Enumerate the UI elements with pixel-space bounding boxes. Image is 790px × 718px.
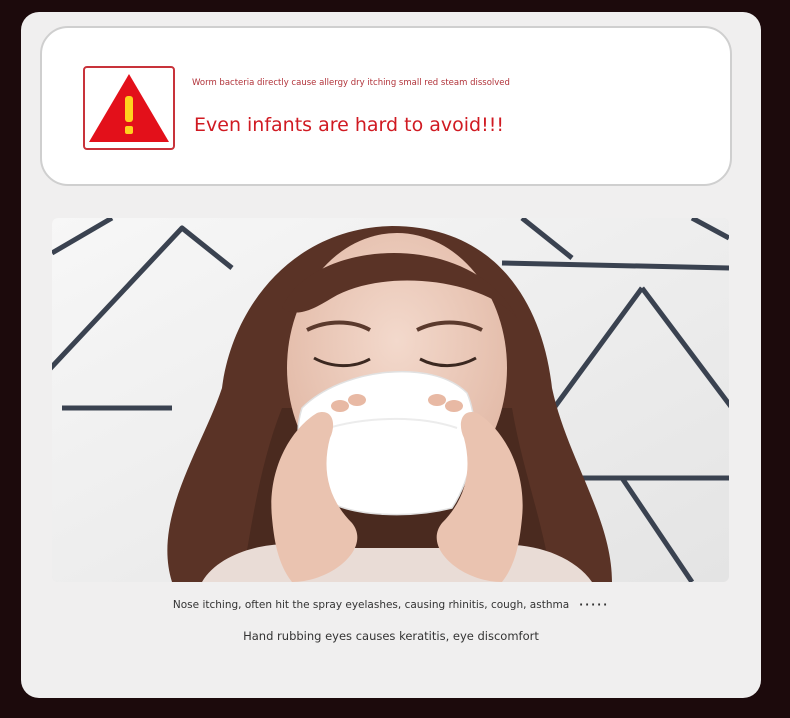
caption-nose-itching: Nose itching, often hit the spray eyelas…	[21, 599, 761, 611]
warning-triangle-icon	[83, 66, 175, 150]
warning-card: Worm bacteria directly cause allergy dry…	[40, 26, 732, 186]
woman-blowing-nose-image	[52, 218, 729, 582]
content-panel: Worm bacteria directly cause allergy dry…	[21, 12, 761, 698]
warning-subtitle: Worm bacteria directly cause allergy dry…	[192, 78, 510, 88]
caption-eye-discomfort: Hand rubbing eyes causes keratitis, eye …	[243, 629, 539, 643]
caption-ellipsis: ·····	[579, 599, 610, 611]
warning-title: Even infants are hard to avoid!!!	[194, 114, 504, 136]
caption-line1: Nose itching, often hit the spray eyelas…	[172, 599, 570, 611]
